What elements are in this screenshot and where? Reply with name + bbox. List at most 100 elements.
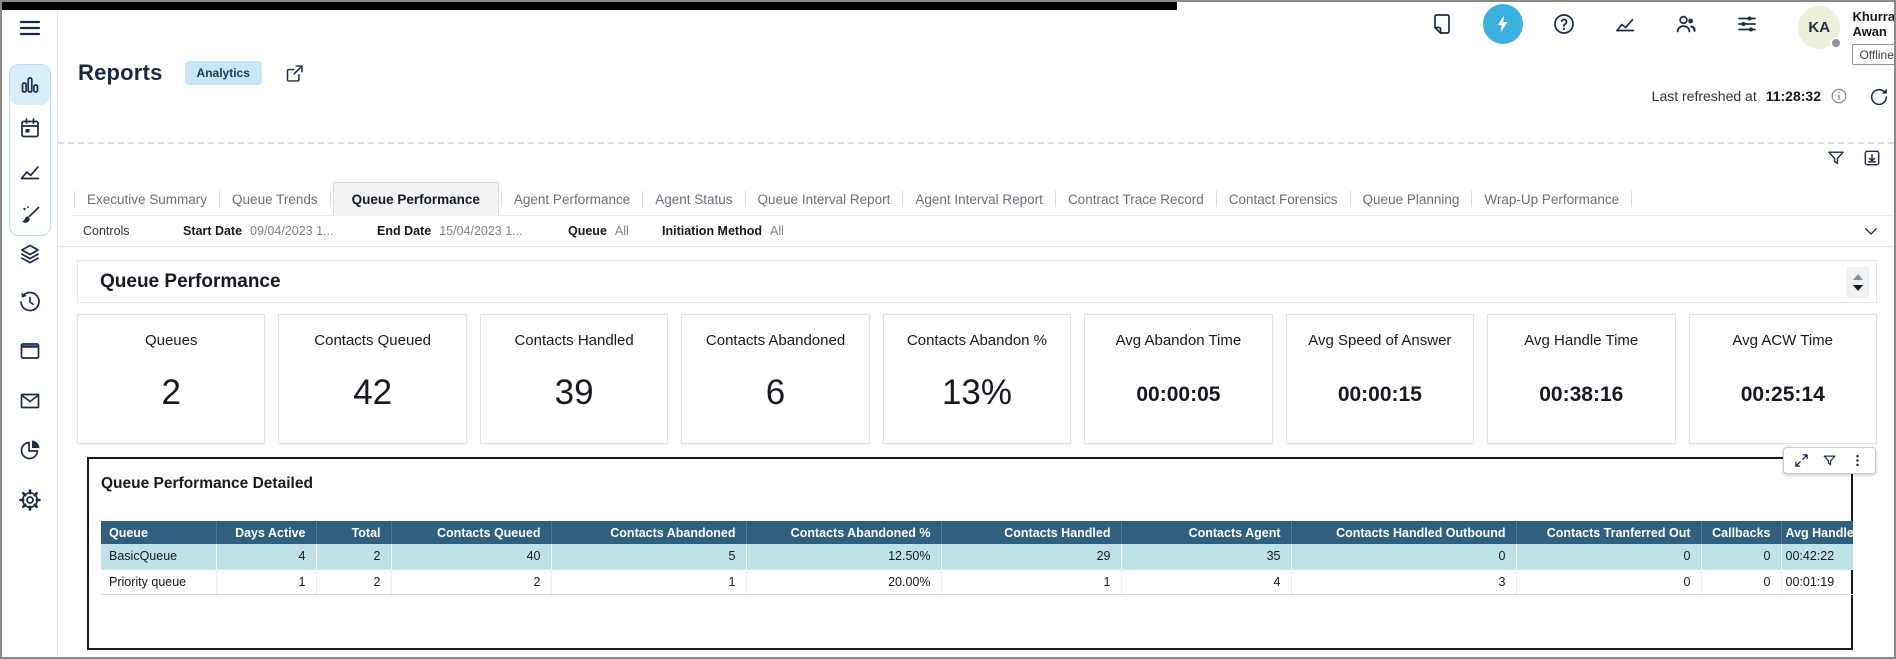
- stat-card-value: 42: [279, 373, 465, 413]
- tab-queue-performance[interactable]: Queue Performance: [333, 182, 499, 216]
- metrics-icon[interactable]: [1613, 12, 1637, 36]
- column-header-contacts-queued[interactable]: Contacts Queued: [391, 521, 551, 544]
- tab-agent-status[interactable]: Agent Status: [645, 184, 742, 215]
- tab-agent-interval-report[interactable]: Agent Interval Report: [905, 184, 1053, 215]
- mail-icon[interactable]: [18, 389, 42, 413]
- paintbrush-icon[interactable]: [18, 203, 42, 227]
- main-area: KA Khurram Awan Offline Reports Analytic…: [58, 2, 1894, 657]
- column-header-contacts-agent[interactable]: Contacts Agent: [1121, 521, 1291, 544]
- refresh-icon[interactable]: [1868, 86, 1890, 108]
- tab-queue-trends[interactable]: Queue Trends: [222, 184, 328, 215]
- last-refreshed-time: 11:28:32: [1766, 88, 1821, 104]
- tab-wrap-up-performance[interactable]: Wrap-Up Performance: [1474, 184, 1629, 215]
- table-row-priority-queue[interactable]: Priority queue122120.00%1430000:01:19: [101, 569, 1853, 594]
- control-end-date[interactable]: End Date 15/04/2023 1...: [377, 224, 568, 238]
- column-header-queue[interactable]: Queue: [101, 521, 216, 544]
- tab-separator: [1631, 191, 1632, 207]
- stepper-up-icon[interactable]: [1853, 274, 1863, 280]
- hamburger-menu-icon[interactable]: [18, 16, 42, 40]
- control-start-date[interactable]: Start Date 09/04/2023 1...: [183, 224, 377, 238]
- notepad-icon[interactable]: [1430, 12, 1454, 36]
- layers-icon[interactable]: [18, 242, 42, 266]
- table-cell: 1: [551, 569, 746, 594]
- column-header-total[interactable]: Total: [316, 521, 391, 544]
- controls-label: Controls: [83, 224, 183, 238]
- line-chart-icon[interactable]: [18, 160, 42, 184]
- avatar-initials: KA: [1808, 19, 1830, 36]
- stat-card-label: Avg Speed of Answer: [1287, 332, 1473, 349]
- flash-icon[interactable]: [1483, 4, 1523, 44]
- tab-separator: [1055, 191, 1056, 207]
- column-header-contacts-abandoned[interactable]: Contacts Abandoned: [551, 521, 746, 544]
- bar-chart-icon[interactable]: [18, 73, 42, 97]
- filter-icon[interactable]: [1826, 148, 1846, 168]
- tab-separator: [501, 191, 502, 207]
- stat-card-value: 00:25:14: [1690, 383, 1876, 407]
- table-cell: BasicQueue: [101, 544, 216, 569]
- stat-card-value: 6: [682, 373, 868, 413]
- gear-icon[interactable]: [18, 488, 42, 512]
- table-cell: 2: [391, 569, 551, 594]
- stat-card-label: Avg Abandon Time: [1085, 332, 1271, 349]
- table-cell: 2: [316, 544, 391, 569]
- stat-card-label: Queues: [78, 332, 264, 349]
- stat-card-avg-abandon-time: Avg Abandon Time 00:00:05: [1084, 314, 1272, 444]
- kpi-cards: Queues2Contacts Queued42Contacts Handled…: [77, 314, 1877, 444]
- detailed-widget: Queue Performance Detailed QueueDays Act…: [87, 457, 1853, 650]
- section-header: Queue Performance: [77, 260, 1877, 303]
- window-icon[interactable]: [18, 339, 42, 363]
- users-icon[interactable]: [1674, 12, 1698, 36]
- status-select[interactable]: Offline: [1852, 44, 1896, 65]
- control-initiation-method[interactable]: Initiation Method All: [662, 224, 784, 238]
- tab-contact-forensics[interactable]: Contact Forensics: [1219, 184, 1348, 215]
- tab-executive-summary[interactable]: Executive Summary: [77, 184, 217, 215]
- stepper-down-icon[interactable]: [1853, 285, 1863, 291]
- tab-contract-trace-record[interactable]: Contract Trace Record: [1058, 184, 1214, 215]
- column-header-avg-handle-time[interactable]: Avg Handle Time: [1781, 521, 1853, 544]
- table-cell: 20.00%: [746, 569, 941, 594]
- column-header-contacts-handled-outbound[interactable]: Contacts Handled Outbound: [1291, 521, 1516, 544]
- table-cell: 4: [1121, 569, 1291, 594]
- table-cell: 0: [1516, 544, 1701, 569]
- tab-separator: [1216, 191, 1217, 207]
- widget-toolbar: [1783, 447, 1876, 474]
- stat-card-value: 00:38:16: [1488, 383, 1674, 407]
- column-header-days-active[interactable]: Days Active: [216, 521, 316, 544]
- external-link-icon[interactable]: [284, 63, 305, 84]
- stat-card-label: Contacts Abandoned: [682, 332, 868, 349]
- stat-card-value: 00:00:05: [1085, 383, 1271, 407]
- calendar-icon[interactable]: [18, 116, 42, 140]
- controls-bar: Controls Start Date 09/04/2023 1... End …: [58, 216, 1894, 247]
- table-clip: QueueDays ActiveTotalContacts QueuedCont…: [101, 521, 1853, 595]
- column-header-callbacks[interactable]: Callbacks: [1701, 521, 1781, 544]
- column-header-contacts-handled[interactable]: Contacts Handled: [941, 521, 1121, 544]
- table-cell: 5: [551, 544, 746, 569]
- table-cell: 1: [941, 569, 1121, 594]
- pie-chart-icon[interactable]: [18, 438, 42, 462]
- tab-queue-interval-report[interactable]: Queue Interval Report: [748, 184, 901, 215]
- export-download-icon[interactable]: [1862, 148, 1882, 168]
- table-cell: 40: [391, 544, 551, 569]
- stat-card-avg-handle-time: Avg Handle Time00:38:16: [1487, 314, 1675, 444]
- table-row-basicqueue[interactable]: BasicQueue4240512.50%293500000:42:22: [101, 544, 1853, 569]
- controls-collapse-chevron-icon[interactable]: [1862, 222, 1880, 240]
- tab-queue-planning[interactable]: Queue Planning: [1353, 184, 1470, 215]
- control-queue[interactable]: Queue All: [568, 224, 662, 238]
- expand-icon[interactable]: [1794, 453, 1809, 468]
- settings-sliders-icon[interactable]: [1735, 12, 1759, 36]
- info-icon[interactable]: [1830, 87, 1848, 105]
- table-cell: 0: [1516, 569, 1701, 594]
- column-header-contacts-abandoned[interactable]: Contacts Abandoned %: [746, 521, 941, 544]
- tab-agent-performance[interactable]: Agent Performance: [504, 184, 640, 215]
- section-title: Queue Performance: [100, 271, 281, 293]
- tab-separator: [642, 191, 643, 207]
- stat-card-value: 00:00:15: [1287, 383, 1473, 407]
- help-icon[interactable]: [1552, 12, 1576, 36]
- stat-card-avg-acw-time: Avg ACW Time00:25:14: [1689, 314, 1877, 444]
- widget-filter-icon[interactable]: [1822, 453, 1837, 468]
- column-header-contacts-tranferred-out[interactable]: Contacts Tranferred Out: [1516, 521, 1701, 544]
- kebab-menu-icon[interactable]: [1850, 453, 1865, 468]
- section-stepper[interactable]: [1847, 267, 1869, 298]
- history-icon[interactable]: [18, 290, 42, 314]
- avatar[interactable]: KA: [1798, 6, 1840, 49]
